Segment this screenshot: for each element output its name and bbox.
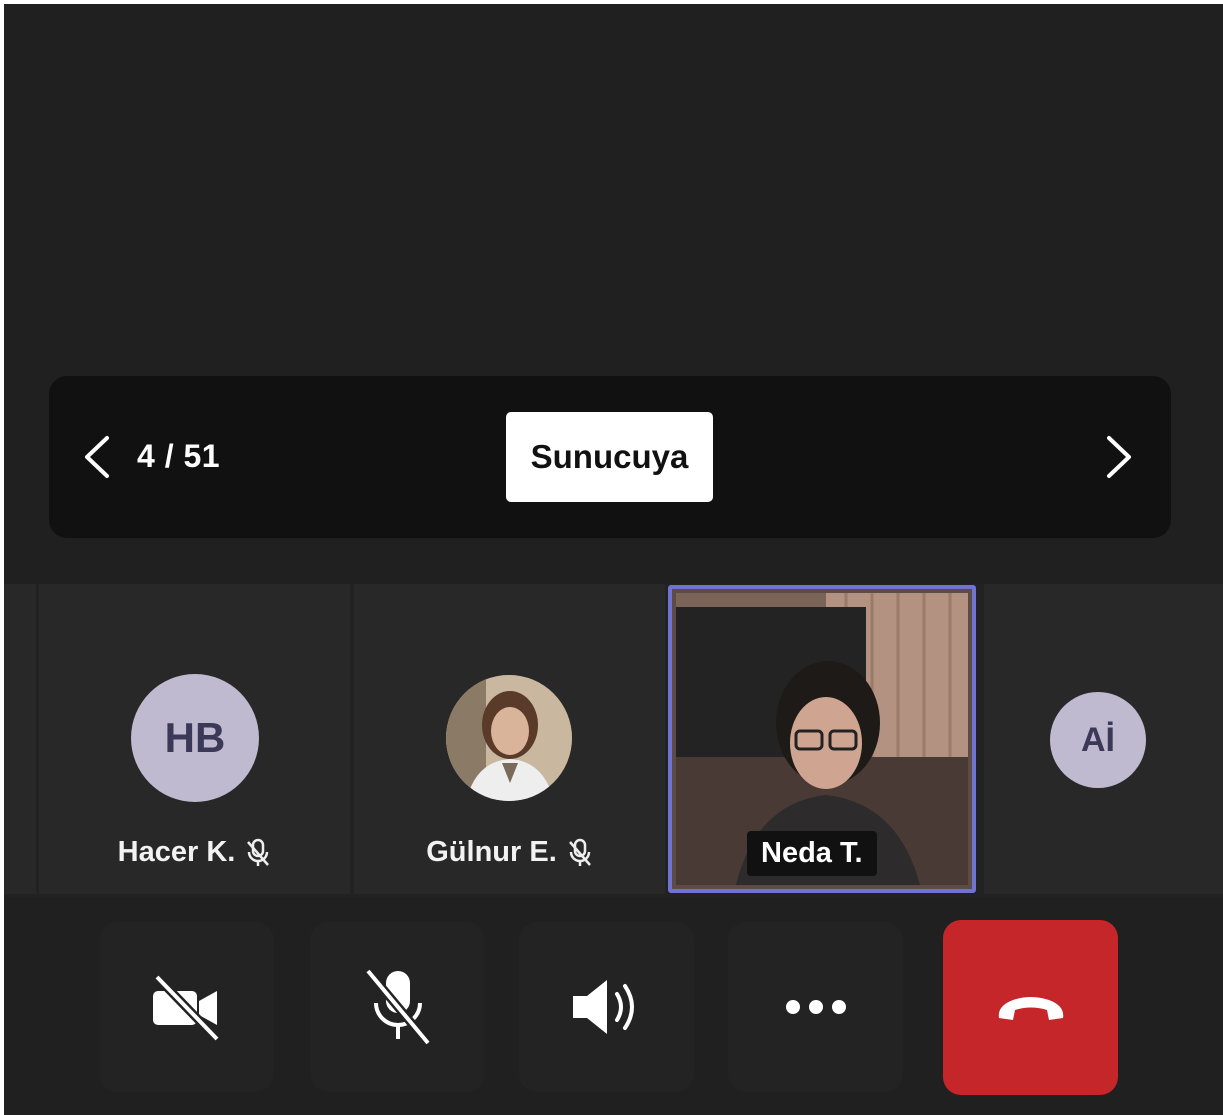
mic-off-icon	[247, 838, 270, 866]
call-controls-bar	[4, 897, 1223, 1115]
participant-strip[interactable]: HB Hacer K. Gülnur E. Neda T. Aİ	[4, 584, 1223, 897]
participant-name: Hacer K.	[117, 836, 236, 868]
chevron-right-icon[interactable]	[1101, 434, 1137, 480]
hang-up-button[interactable]	[943, 920, 1118, 1095]
mic-off-icon	[364, 968, 431, 1046]
speaker-volume-icon	[572, 980, 634, 1034]
participant-tile[interactable]: Gülnur E.	[354, 584, 665, 894]
camera-toggle-button[interactable]	[99, 922, 274, 1092]
participant-name: Gülnur E.	[426, 836, 557, 868]
active-speaker-tile[interactable]: Neda T.	[668, 585, 976, 893]
participant-name-row: Gülnur E.	[354, 836, 665, 869]
go-to-presenter-button[interactable]: Sunucuya	[506, 412, 713, 502]
more-options-button[interactable]	[728, 922, 903, 1092]
video-off-icon	[152, 973, 220, 1043]
speaker-button[interactable]	[519, 922, 694, 1092]
mic-off-icon	[568, 838, 591, 866]
participant-name-row: Hacer K.	[39, 836, 350, 869]
meeting-window: 4 / 51 Sunucuya HB Hacer K. Gülnur E. Ne…	[0, 0, 1223, 1115]
hang-up-icon	[998, 996, 1063, 1020]
presentation-nav-bar: 4 / 51 Sunucuya	[49, 376, 1171, 538]
active-speaker-name: Neda T.	[747, 831, 877, 876]
mic-toggle-button[interactable]	[310, 922, 485, 1092]
participant-tile-partial[interactable]	[4, 584, 36, 894]
chevron-left-icon[interactable]	[79, 434, 115, 480]
participant-tile[interactable]: HB Hacer K.	[39, 584, 350, 894]
slide-page-counter: 4 / 51	[137, 438, 221, 474]
more-horizontal-icon	[785, 1000, 846, 1014]
avatar: Aİ	[1050, 692, 1146, 788]
participant-tile[interactable]: Aİ	[984, 584, 1223, 894]
avatar-photo	[446, 675, 572, 801]
profile-photo-image	[446, 675, 572, 801]
avatar: HB	[131, 674, 259, 802]
